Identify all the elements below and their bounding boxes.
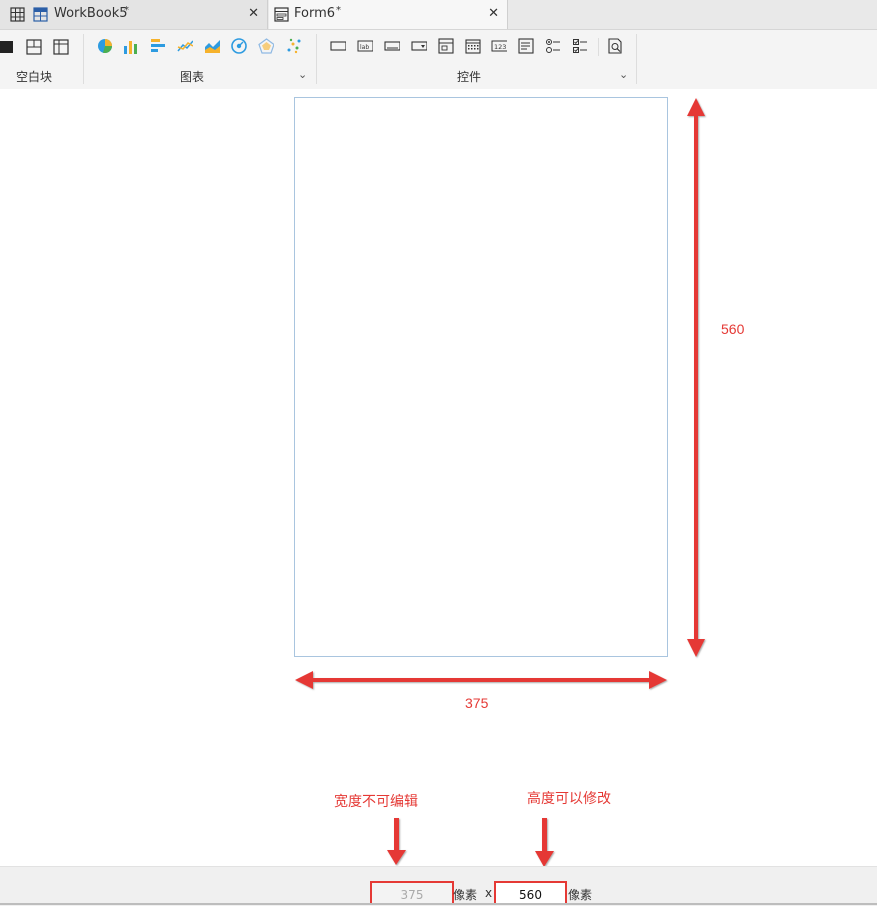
times-sign: x: [485, 886, 493, 900]
height-field[interactable]: 560: [494, 881, 567, 905]
width-field: 375: [370, 881, 454, 905]
width-dimension-label: 375: [465, 695, 489, 711]
height-dimension-label: 560: [721, 321, 745, 337]
arrow-head-up: [687, 98, 705, 116]
dimension-arrows: [295, 98, 705, 867]
height-unit: 像素: [568, 888, 593, 902]
arrow-head-left: [295, 671, 313, 689]
width-note: 宽度不可编辑: [334, 794, 418, 810]
height-note: 高度可以修改: [527, 791, 611, 807]
width-unit: 像素: [453, 888, 478, 902]
arrow-head-right: [649, 671, 667, 689]
arrow-head-down: [687, 639, 705, 657]
